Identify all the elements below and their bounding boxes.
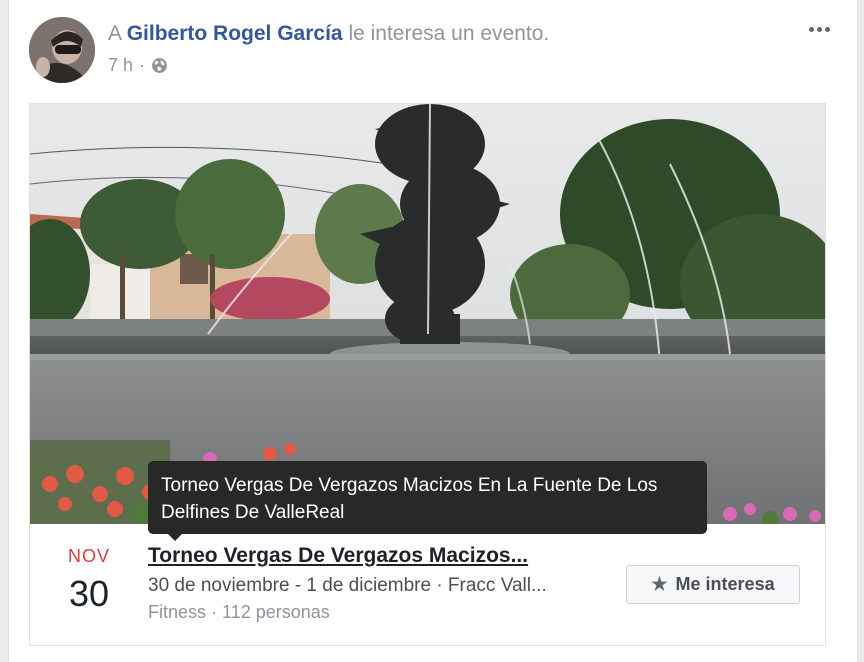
event-month: NOV (67, 546, 110, 566)
event-attachment[interactable]: NOV 30 Torneo Vergas De Vergazos Macizos… (29, 103, 826, 646)
timestamp-link[interactable]: 7 h (108, 55, 133, 76)
event-title-tooltip: Torneo Vergas De Vergazos Macizos En La … (148, 461, 707, 534)
more-horizontal-icon (816, 26, 822, 32)
star-icon: ★ (651, 574, 668, 594)
meta-separator: · (139, 55, 146, 75)
event-title-link[interactable]: Torneo Vergas De Vergazos Macizos... (148, 544, 588, 568)
interested-button-label: Me interesa (675, 574, 775, 594)
more-horizontal-icon (824, 26, 830, 32)
headline-prefix: A (108, 22, 121, 45)
avatar-image (29, 17, 95, 83)
event-date-location: 30 de noviembre - 1 de diciembre · Fracc… (148, 575, 547, 596)
event-category-attendees: Fitness · 112 personas (148, 602, 330, 622)
event-date-box: NOV 30 (30, 546, 148, 615)
story-headline: A Gilberto Rogel García le interesa un e… (108, 22, 549, 46)
story-meta: 7 h · (108, 55, 168, 76)
more-options-button[interactable] (806, 20, 832, 38)
headline-action: le interesa un evento. (348, 22, 550, 45)
actor-link[interactable]: Gilberto Rogel García (127, 22, 343, 45)
globe-icon[interactable] (151, 57, 168, 74)
event-day: 30 (68, 573, 110, 614)
interested-button[interactable]: ★ Me interesa (626, 565, 800, 604)
more-horizontal-icon (808, 26, 814, 32)
avatar[interactable] (29, 17, 95, 83)
tooltip-arrow (168, 534, 182, 541)
